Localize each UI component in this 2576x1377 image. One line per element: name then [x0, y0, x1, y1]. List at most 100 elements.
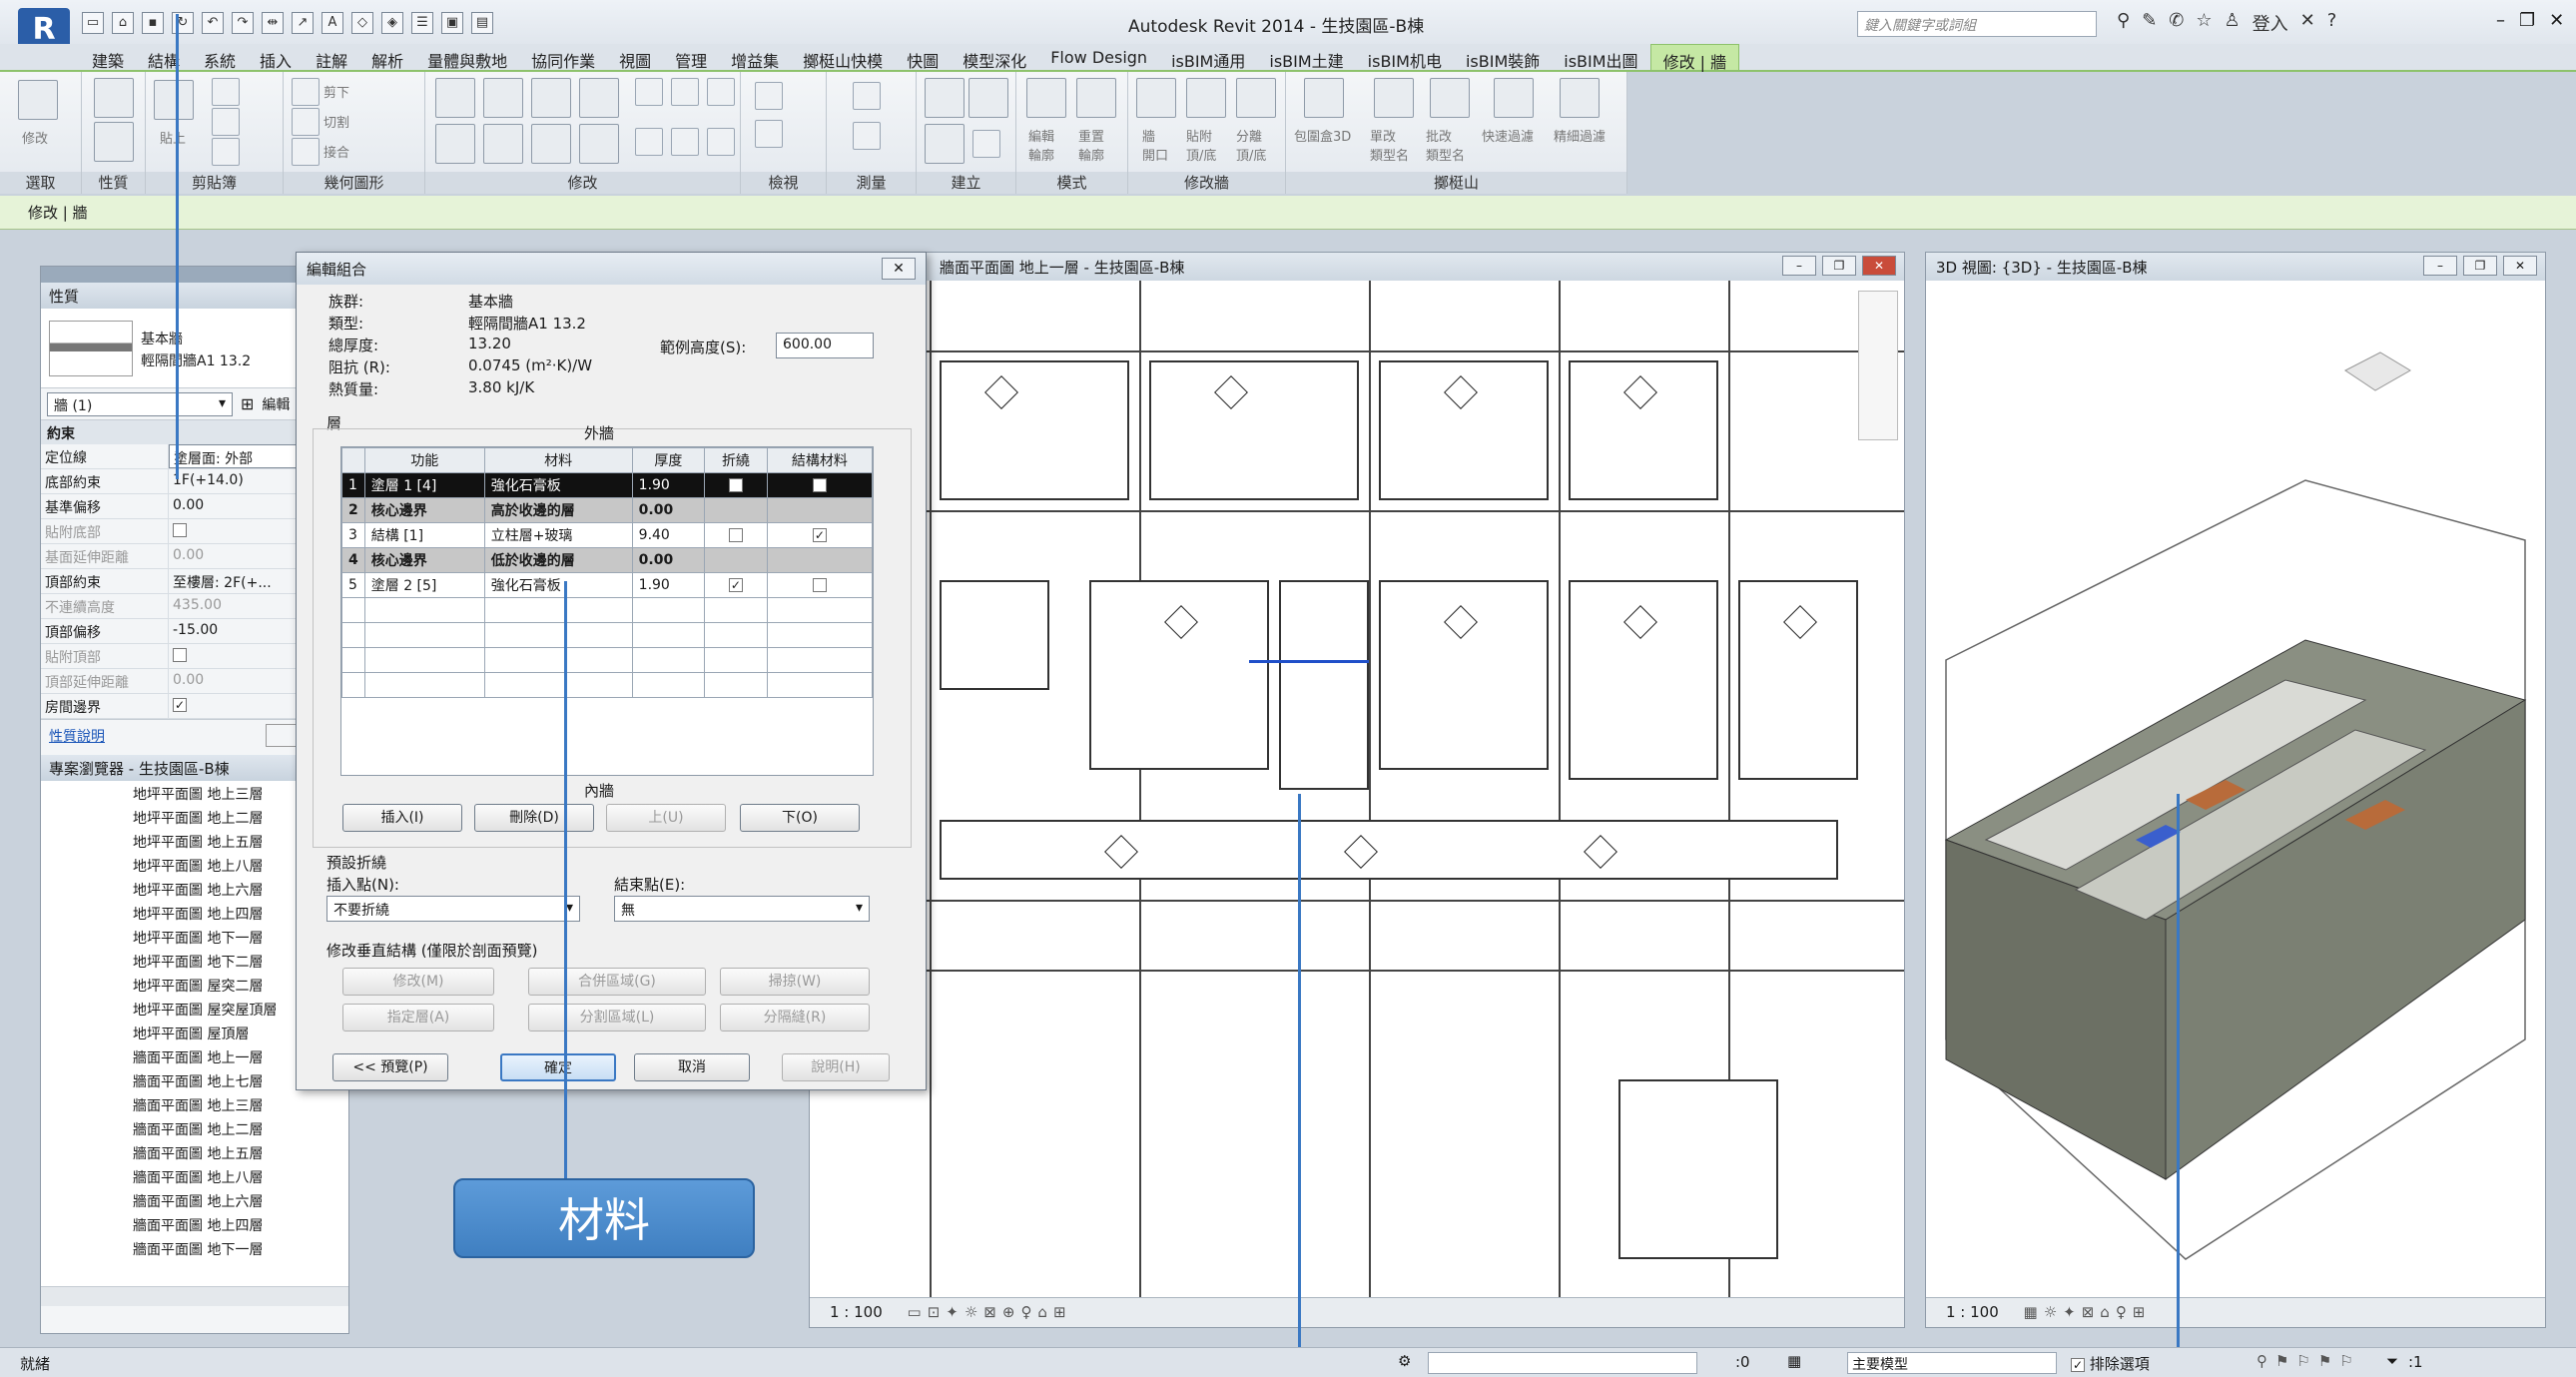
view-3d-control-icons[interactable]: ▦☼✦⊠⌂♀⊞ [2024, 1303, 2152, 1321]
layer-function[interactable]: 核心邊界 [363, 497, 485, 523]
help-button[interactable]: 說明(H) [782, 1053, 890, 1081]
layer-material[interactable]: 立柱層+玻璃 [483, 522, 633, 548]
checkbox[interactable] [812, 478, 827, 492]
restore-icon[interactable]: ❐ [2463, 256, 2497, 276]
pin-icon[interactable] [635, 128, 663, 156]
move-down-button[interactable]: 下(O) [740, 804, 860, 832]
cancel-button[interactable]: 取消 [634, 1053, 750, 1081]
layer-row[interactable]: 2 核心邊界 高於收邊的層 0.00 [341, 497, 874, 523]
layer-wraps[interactable] [704, 547, 768, 573]
minimize-icon[interactable]: – [2423, 256, 2457, 276]
browser-view-item[interactable]: 牆面平面圖 地上四層 [41, 1212, 348, 1236]
copy-element-icon[interactable] [483, 124, 523, 164]
checkbox[interactable] [173, 523, 187, 537]
merge-regions-button[interactable]: 合併區域(G) [528, 968, 706, 996]
scale-icon[interactable] [707, 78, 735, 106]
copy-icon[interactable] [212, 108, 240, 136]
create-parts-icon[interactable] [925, 78, 965, 118]
override-graphics-icon[interactable] [755, 120, 783, 148]
favorites-icon[interactable]: ☆ [2196, 10, 2212, 36]
insert-point-select[interactable]: 不要折繞 ▾ [326, 896, 580, 922]
bounding-box-3d-icon[interactable] [1304, 78, 1344, 118]
match-properties-icon[interactable] [212, 138, 240, 166]
tab-2[interactable]: 系統 [192, 44, 248, 71]
align-icon[interactable] [435, 78, 475, 118]
subscription-icon[interactable]: ✎ [2142, 10, 2157, 36]
layer-function[interactable]: 核心邊界 [363, 547, 485, 573]
tab-4[interactable]: 註解 [304, 44, 359, 71]
tab-1[interactable]: 結構 [136, 44, 192, 71]
create-group-icon[interactable] [925, 124, 965, 164]
preview-button[interactable]: << 預覽(P) [332, 1053, 448, 1081]
measure-icon[interactable]: ⇹ [262, 12, 284, 34]
rename-batch-icon[interactable] [1430, 78, 1470, 118]
split-icon[interactable] [635, 78, 663, 106]
layer-function[interactable]: 結構 [1] [363, 522, 485, 548]
reset-profile-icon[interactable] [1076, 78, 1116, 118]
layer-function[interactable]: 塗層 2 [5] [363, 572, 485, 598]
browser-view-item[interactable]: 牆面平面圖 地上三層 [41, 1092, 348, 1116]
exchange-icon[interactable]: ✕ [2300, 10, 2315, 36]
layer-material[interactable]: 強化石膏板 [483, 472, 633, 498]
layer-row[interactable]: 1 塗層 1 [4] 強化石膏板 1.90 ✓ [341, 472, 874, 498]
create-similar-icon[interactable] [972, 130, 1000, 158]
layer-wraps[interactable] [704, 522, 768, 548]
tab-13[interactable]: 模型深化 [951, 44, 1038, 71]
layer-thickness[interactable]: 1.90 [631, 572, 706, 598]
close-hidden-icon[interactable]: ▣ [441, 12, 463, 34]
selection-toggle-icons[interactable]: ⚲⚑⚐⚑⚐ [2256, 1352, 2361, 1370]
wall-opening-icon[interactable] [1136, 78, 1176, 118]
sweeps-button[interactable]: 掃掠(W) [720, 968, 870, 996]
section-icon[interactable]: ◈ [381, 12, 403, 34]
design-options-icon[interactable]: ▦ [1787, 1352, 1801, 1370]
layer-thickness[interactable]: 0.00 [631, 547, 706, 573]
panel-label-select[interactable]: 選取 [0, 172, 81, 194]
tab-18[interactable]: isBIM裝飾 [1454, 44, 1552, 71]
layer-structural-material[interactable] [766, 547, 874, 573]
help-search-input[interactable]: 鍵入關鍵字或詞組 [1857, 11, 2097, 37]
delete-icon[interactable] [707, 128, 735, 156]
undo-icon[interactable]: ↶ [202, 12, 224, 34]
end-point-select[interactable]: 無 ▾ [614, 896, 870, 922]
login-link[interactable]: 登入 [2253, 10, 2288, 36]
save-icon[interactable]: ▪ [142, 12, 164, 34]
checkbox[interactable]: ✓ [728, 578, 743, 592]
minimize-icon[interactable]: – [1782, 256, 1816, 276]
edit-type-icon[interactable]: ⊞ [241, 394, 254, 413]
close-icon[interactable]: ✕ [2549, 10, 2564, 31]
paste-icon[interactable] [154, 80, 194, 120]
open-icon[interactable]: ▭ [82, 12, 104, 34]
layer-row[interactable]: 5 塗層 2 [5] 強化石膏板 1.90 ✓ [341, 572, 874, 598]
browser-view-item[interactable]: 牆面平面圖 地上八層 [41, 1164, 348, 1188]
trim-icon[interactable] [579, 124, 619, 164]
assign-layers-button[interactable]: 指定層(A) [342, 1004, 494, 1032]
layer-structural-material[interactable] [766, 497, 874, 523]
browser-view-item[interactable]: 牆面平面圖 地上六層 [41, 1188, 348, 1212]
mirror-draw-icon[interactable] [579, 78, 619, 118]
communication-icon[interactable]: ✆ [2169, 10, 2184, 36]
view-3d-icon[interactable]: ◇ [351, 12, 373, 34]
layer-material[interactable]: 高於收邊的層 [483, 497, 633, 523]
checkbox[interactable]: ✓ [728, 478, 743, 492]
tab-9[interactable]: 管理 [663, 44, 719, 71]
tab-5[interactable]: 解析 [359, 44, 415, 71]
join-icon[interactable] [292, 138, 320, 166]
layer-wraps[interactable] [704, 497, 768, 523]
layer-thickness[interactable]: 0.00 [631, 497, 706, 523]
close-icon[interactable]: ✕ [1862, 256, 1896, 276]
measure-between-icon[interactable] [853, 82, 881, 110]
tab-20[interactable]: 修改 | 牆 [1649, 44, 1740, 72]
insert-layer-button[interactable]: 插入(I) [342, 804, 462, 832]
dimension-icon[interactable]: ↗ [292, 12, 314, 34]
move-up-button[interactable]: 上(U) [606, 804, 726, 832]
tab-12[interactable]: 快圖 [895, 44, 951, 71]
checkbox[interactable] [812, 578, 827, 592]
offset-icon[interactable] [483, 78, 523, 118]
mirror-axis-icon[interactable] [531, 78, 571, 118]
worksets-icon[interactable]: ⚙ [1398, 1352, 1411, 1370]
checkbox[interactable] [728, 528, 743, 542]
quick-filter-icon[interactable] [1494, 78, 1534, 118]
tab-17[interactable]: isBIM机电 [1356, 44, 1454, 71]
cope-icon[interactable] [292, 78, 320, 106]
delete-layer-button[interactable]: 刪除(D) [474, 804, 594, 832]
